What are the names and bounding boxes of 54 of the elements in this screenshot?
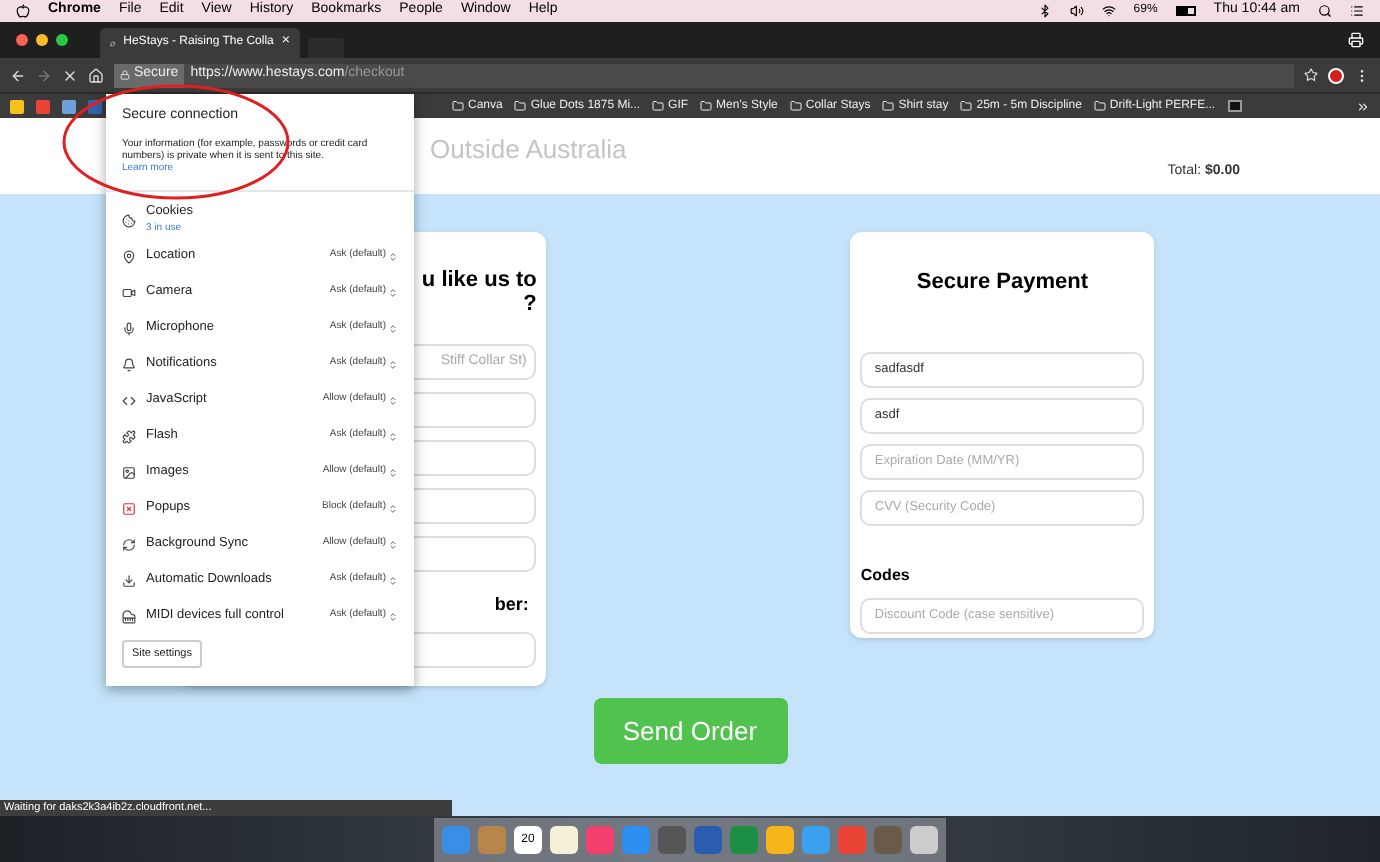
video-camera-icon [122,285,136,299]
folder-icon [652,100,665,112]
up-down-chevron-icon [388,611,398,621]
back-icon[interactable] [10,67,26,83]
section-label: Codes [860,563,912,587]
bookmark-favicon[interactable] [1227,100,1242,112]
up-down-chevron-icon [388,395,398,405]
cookie-icon [122,213,136,227]
location-pin-icon [122,249,136,263]
up-down-chevron-icon [388,503,398,513]
blocked-window-icon [122,501,136,515]
folder-icon [700,100,713,112]
puzzle-piece-icon [122,429,136,443]
card-heading: u like us to ? [421,268,537,316]
folder-icon [1093,100,1106,112]
folder-icon [452,100,464,112]
microphone-icon [122,321,136,335]
list-icon[interactable] [1350,4,1364,18]
image-icon [122,465,136,479]
folder-icon [882,100,895,112]
extension-icon[interactable] [1328,67,1344,83]
field-label: ber: [494,592,529,618]
forward-icon[interactable] [36,67,52,83]
up-down-chevron-icon [388,575,398,585]
up-down-chevron-icon [388,359,398,369]
printer-icon[interactable] [1348,32,1364,48]
download-icon [122,573,136,587]
up-down-chevron-icon [388,467,398,477]
loading-icon [110,37,116,49]
bookmark-star-icon[interactable] [1304,68,1318,82]
sync-icon [122,537,136,551]
code-brackets-icon [122,393,136,407]
up-down-chevron-icon [388,323,398,333]
up-down-chevron-icon [388,287,398,297]
faded-heading: Outside Australia [430,132,627,169]
volume-icon[interactable] [1069,4,1084,18]
folder-icon [514,100,527,112]
apple-icon[interactable] [16,4,30,18]
up-down-chevron-icon [388,431,398,441]
up-down-chevron-icon [388,251,398,261]
folder-icon [789,100,802,112]
lock-icon [120,70,130,80]
wifi-icon[interactable] [1101,4,1116,18]
search-icon[interactable] [1318,4,1332,18]
up-down-chevron-icon [388,539,398,549]
battery-icon[interactable] [1175,6,1196,16]
bluetooth-icon[interactable] [1037,4,1052,18]
more-bookmarks-icon[interactable] [1356,99,1370,113]
bell-icon [122,357,136,371]
card-title: Secure Payment [914,268,1090,298]
stop-icon[interactable] [62,67,78,83]
piano-keys-icon [122,609,136,623]
folder-icon [960,100,973,112]
home-icon[interactable] [88,67,104,83]
